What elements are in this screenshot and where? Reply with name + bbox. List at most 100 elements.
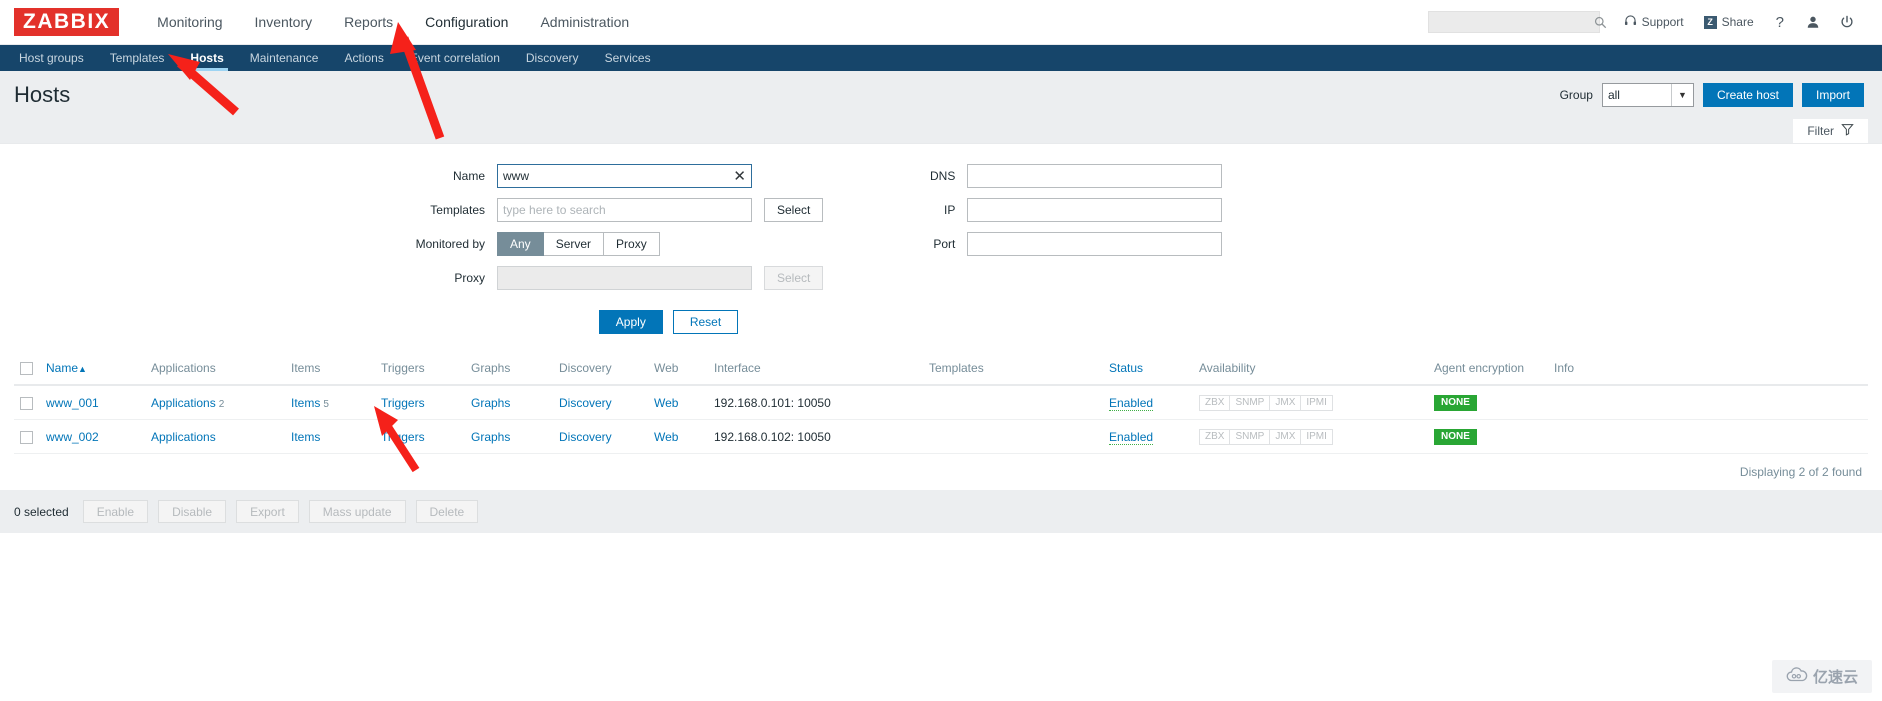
group-select[interactable]: all ▼ — [1601, 83, 1694, 107]
column-header-status: Status — [1103, 352, 1193, 387]
delete-button: Delete — [415, 500, 479, 524]
filter-row-ip: IP — [913, 198, 1223, 222]
row-checkbox[interactable] — [20, 396, 33, 410]
nav-item-monitoring[interactable]: Monitoring — [141, 0, 238, 45]
mass-update-button: Mass update — [308, 500, 406, 524]
select-all-header — [14, 352, 40, 387]
row-graphs-cell: Graphs — [465, 385, 553, 421]
items-link[interactable]: Items — [291, 430, 320, 444]
name-label: Name — [452, 169, 485, 183]
support-label: Support — [1641, 15, 1684, 29]
applications-link[interactable]: Applications — [151, 396, 216, 410]
port-label: Port — [933, 237, 956, 251]
templates-input[interactable] — [497, 198, 752, 222]
name-input[interactable] — [497, 164, 752, 188]
nav-item-inventory[interactable]: Inventory — [239, 0, 329, 45]
monitored-by-option-any[interactable]: Any — [497, 232, 544, 256]
host-name-link[interactable]: www_001 — [46, 396, 99, 410]
row-agent-encryption-cell: NONE — [1428, 419, 1548, 455]
watermark: 亿速云 — [1771, 660, 1872, 693]
row-info-cell — [1548, 385, 1868, 421]
web-link[interactable]: Web — [654, 430, 678, 444]
displaying-count: Displaying 2 of 2 found — [0, 454, 1882, 491]
availability-badge-ipmi: IPMI — [1300, 395, 1333, 412]
subnav-item-discovery[interactable]: Discovery — [513, 45, 592, 71]
row-availability-cell: ZBX SNMP JMX IPMI — [1193, 385, 1428, 421]
host-name-link[interactable]: www_002 — [46, 430, 99, 444]
subnav-item-hosts[interactable]: Hosts — [177, 45, 236, 71]
filter-panel: Name ✕ Templates Select Monitored by Any — [0, 143, 1882, 352]
page-root: ZABBIX Monitoring Inventory Reports Conf… — [0, 0, 1882, 701]
page-title: Hosts — [14, 82, 71, 107]
create-host-button[interactable]: Create host — [1702, 83, 1793, 107]
sign-out-icon[interactable] — [1830, 15, 1864, 29]
watermark-text: 亿速云 — [1812, 668, 1858, 686]
sort-by-name-link[interactable]: Name — [46, 361, 78, 375]
graphs-link[interactable]: Graphs — [471, 396, 510, 410]
nav-item-reports[interactable]: Reports — [328, 0, 409, 45]
global-search[interactable] — [1427, 11, 1606, 33]
column-header-applications: Applications — [145, 352, 285, 387]
row-graphs-cell: Graphs — [465, 419, 553, 455]
graphs-link[interactable]: Graphs — [471, 430, 510, 444]
disable-button: Disable — [158, 500, 227, 524]
items-link[interactable]: Items — [291, 396, 320, 410]
row-web-cell: Web — [648, 419, 708, 455]
dns-input[interactable] — [967, 164, 1223, 188]
clear-name-icon[interactable]: ✕ — [733, 169, 746, 184]
import-button[interactable]: Import — [1801, 83, 1864, 107]
applications-link[interactable]: Applications — [151, 430, 216, 444]
cloud-icon — [1786, 667, 1808, 686]
filter-tab-label: Filter — [1807, 124, 1834, 138]
ip-input[interactable] — [967, 198, 1223, 222]
filter-row-monitored-by: Monitored by Any Server Proxy — [390, 232, 823, 256]
nav-item-configuration[interactable]: Configuration — [409, 0, 524, 45]
column-header-web: Web — [648, 352, 708, 387]
port-input[interactable] — [967, 232, 1223, 256]
row-triggers-cell: Triggers — [375, 385, 465, 421]
subnav-item-actions[interactable]: Actions — [331, 45, 396, 71]
discovery-link[interactable]: Discovery — [559, 396, 612, 410]
subnav-item-services[interactable]: Services — [592, 45, 664, 71]
filter-tab-bar: Filter — [0, 119, 1882, 143]
sort-by-status-link[interactable]: Status — [1109, 361, 1143, 375]
apply-button[interactable]: Apply — [598, 310, 663, 334]
row-checkbox[interactable] — [20, 430, 33, 444]
subnav-item-maintenance[interactable]: Maintenance — [237, 45, 332, 71]
support-link[interactable]: Support — [1614, 14, 1694, 30]
row-items-cell: Items — [285, 419, 375, 455]
share-link[interactable]: Z Share — [1694, 15, 1764, 29]
monitored-by-option-server[interactable]: Server — [543, 232, 605, 256]
subnav-item-templates[interactable]: Templates — [97, 45, 178, 71]
subnav-item-event-correlation[interactable]: Event correlation — [397, 45, 513, 71]
dns-label: DNS — [930, 169, 956, 183]
proxy-label: Proxy — [454, 271, 485, 285]
discovery-link[interactable]: Discovery — [559, 430, 612, 444]
availability-badge-zbx: ZBX — [1199, 395, 1230, 412]
row-interface-cell: 192.168.0.102: 10050 — [708, 419, 923, 455]
web-link[interactable]: Web — [654, 396, 678, 410]
selected-count: 0 selected — [14, 504, 69, 519]
column-header-triggers: Triggers — [375, 352, 465, 387]
reset-button[interactable]: Reset — [672, 310, 739, 334]
availability-badges: ZBX SNMP JMX IPMI — [1199, 429, 1333, 446]
row-info-cell — [1548, 419, 1868, 455]
templates-select-button[interactable]: Select — [764, 198, 824, 222]
status-badge[interactable]: Enabled — [1109, 395, 1154, 411]
availability-badge-snmp: SNMP — [1229, 395, 1270, 412]
nav-item-administration[interactable]: Administration — [524, 0, 645, 45]
search-input[interactable] — [1434, 14, 1594, 30]
subnav-item-host-groups[interactable]: Host groups — [6, 45, 97, 71]
chevron-down-icon: ▼ — [1670, 84, 1693, 106]
help-icon[interactable]: ? — [1764, 14, 1796, 31]
triggers-link[interactable]: Triggers — [381, 430, 425, 444]
row-templates-cell — [923, 419, 1103, 455]
triggers-link[interactable]: Triggers — [381, 396, 425, 410]
filter-tab[interactable]: Filter — [1793, 119, 1868, 143]
zabbix-logo[interactable]: ZABBIX — [14, 8, 120, 36]
select-all-checkbox[interactable] — [20, 362, 33, 376]
user-profile-icon[interactable] — [1796, 15, 1830, 29]
monitored-by-option-proxy[interactable]: Proxy — [604, 232, 660, 256]
status-badge[interactable]: Enabled — [1109, 429, 1154, 445]
row-discovery-cell: Discovery — [553, 419, 648, 455]
